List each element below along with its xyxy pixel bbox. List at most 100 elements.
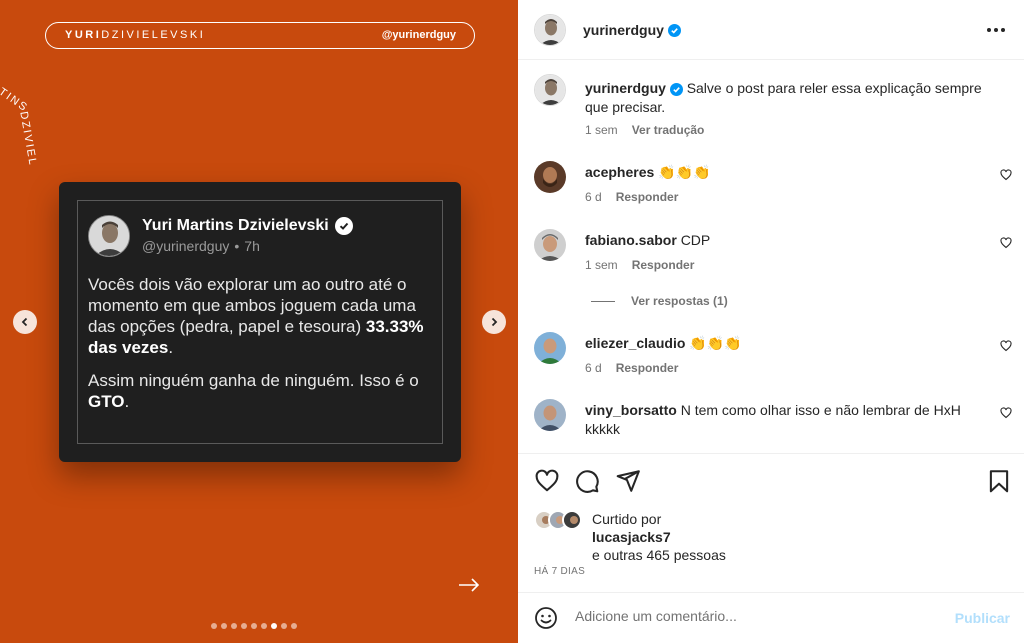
- share-icon[interactable]: [615, 468, 641, 494]
- comment-box-divider: [518, 592, 1024, 593]
- tweet-meta: @yurinerdguy • 7h: [142, 238, 260, 254]
- tweet-card: Yuri Martins Dzivielevski @yurinerdguy •…: [59, 182, 461, 462]
- comment-meta: 1 sem Responder: [585, 258, 694, 272]
- post-media[interactable]: YURIDZIVIELEVSKI @yurinerdguy TINS DZIVI…: [0, 0, 518, 643]
- more-icon-dot: [1001, 28, 1005, 32]
- view-replies-label[interactable]: Ver respostas (1): [631, 294, 728, 308]
- likes-others[interactable]: e outras 465 pessoas: [592, 546, 726, 564]
- emoji-icon[interactable]: [534, 606, 558, 630]
- carousel-dot: [261, 623, 267, 629]
- reply-button[interactable]: Responder: [632, 258, 695, 272]
- arrow-right-icon: [459, 578, 480, 592]
- curved-text-decoration: TINS DZIVIEL: [0, 86, 39, 168]
- tweet-p2-text: Assim ninguém ganha de ninguém. Isso é o: [88, 371, 419, 390]
- comment-avatar[interactable]: [534, 229, 566, 261]
- reply-button[interactable]: Responder: [616, 190, 679, 204]
- comment-username[interactable]: eliezer_claudio: [585, 335, 685, 351]
- comment-avatar-image: [534, 229, 566, 261]
- tweet-separator: •: [234, 238, 240, 254]
- carousel-dots: [211, 623, 297, 629]
- comment-input[interactable]: [575, 608, 935, 624]
- carousel-next-button[interactable]: [482, 310, 506, 334]
- tweet-frame: Yuri Martins Dzivielevski @yurinerdguy •…: [77, 200, 443, 444]
- caption-meta: 1 sem Ver tradução: [585, 123, 704, 137]
- likes-summary: Curtido por lucasjacks7 e outras 465 pes…: [592, 510, 726, 564]
- heart-icon[interactable]: [1000, 407, 1012, 419]
- bookmark-icon[interactable]: [986, 468, 1012, 494]
- banner-name-bold: YURI: [65, 29, 102, 41]
- verified-icon: [669, 83, 683, 96]
- likes-others-text[interactable]: e outras 465 pessoas: [592, 547, 726, 563]
- reply-button[interactable]: Responder: [616, 361, 679, 375]
- comment-icon[interactable]: [574, 468, 600, 494]
- more-icon-dot: [987, 28, 991, 32]
- view-replies-line: [591, 300, 615, 302]
- comment-meta: 6 d Responder: [585, 190, 678, 204]
- verified-icon: [667, 23, 681, 37]
- caption-username[interactable]: yurinerdguy: [585, 80, 666, 96]
- actions-divider: [518, 453, 1024, 454]
- tweet-p2-end: .: [124, 392, 130, 411]
- tweet-body: Vocês dois vão explorar um ao outro até …: [88, 274, 438, 412]
- comment-username[interactable]: acepheres: [585, 164, 654, 180]
- author-avatar-image: [535, 15, 565, 45]
- liker-avatar[interactable]: [562, 510, 582, 530]
- carousel-dot: [251, 623, 257, 629]
- comment-avatar-image: [534, 161, 566, 193]
- caption-text: yurinerdguy Salve o post para reler essa…: [585, 79, 995, 117]
- comment-emoji: 👏👏👏: [658, 165, 711, 181]
- curved-text-2: DZIVIEL: [17, 111, 38, 168]
- comment-avatar[interactable]: [534, 399, 566, 431]
- view-replies-button[interactable]: Ver respostas (1): [591, 294, 728, 308]
- carousel-prev-button[interactable]: [13, 310, 37, 334]
- likes-user[interactable]: lucasjacks7: [592, 528, 726, 546]
- tweet-paragraph-1: Vocês dois vão explorar um ao outro até …: [88, 274, 438, 358]
- caption-avatar[interactable]: [534, 74, 566, 106]
- media-banner: YURIDZIVIELEVSKI @yurinerdguy: [45, 22, 475, 49]
- carousel-dot: [281, 623, 287, 629]
- comment-username[interactable]: viny_borsatto: [585, 402, 677, 418]
- comment-meta: 6 d Responder: [585, 361, 678, 375]
- heart-icon[interactable]: [1000, 237, 1012, 249]
- tweet-avatar: [88, 215, 130, 257]
- comment-time[interactable]: 1 sem: [585, 258, 618, 272]
- author-username[interactable]: yurinerdguy: [583, 22, 681, 38]
- likes-prefix: Curtido por: [592, 511, 662, 527]
- heart-icon[interactable]: [1000, 169, 1012, 181]
- comment-avatar-image: [534, 399, 566, 431]
- post-sidebar: yurinerdguy yurinerdguy Salve o post par…: [518, 0, 1024, 643]
- comment-text: eliezer_claudio 👏👏👏: [585, 334, 980, 354]
- translate-button[interactable]: Ver tradução: [632, 123, 705, 137]
- more-options-button[interactable]: [984, 20, 1008, 40]
- tweet-paragraph-2: Assim ninguém ganha de ninguém. Isso é o…: [88, 370, 438, 412]
- comment-text: acepheres 👏👏👏: [585, 163, 980, 183]
- carousel-dot: [271, 623, 277, 629]
- comment-avatar[interactable]: [534, 161, 566, 193]
- tweet-p2-bold: GTO: [88, 392, 125, 411]
- carousel-dot: [211, 623, 217, 629]
- tweet-handle: @yurinerdguy: [142, 238, 230, 254]
- tweet-author: Yuri Martins Dzivielevski: [142, 217, 353, 235]
- carousel-dot: [221, 623, 227, 629]
- publish-button[interactable]: Publicar: [955, 610, 1010, 626]
- author-username-text[interactable]: yurinerdguy: [583, 22, 664, 38]
- comment-time[interactable]: 6 d: [585, 190, 602, 204]
- comment-time[interactable]: 6 d: [585, 361, 602, 375]
- carousel-dot: [241, 623, 247, 629]
- banner-handle: @yurinerdguy: [381, 29, 456, 41]
- post-date[interactable]: HÁ 7 DIAS: [534, 566, 585, 577]
- comment-avatar-image: [534, 332, 566, 364]
- tweet-verified-icon: [334, 217, 353, 235]
- author-avatar[interactable]: [534, 14, 566, 46]
- comment-body: CDP: [680, 232, 711, 248]
- heart-icon[interactable]: [1000, 340, 1012, 352]
- caption-time[interactable]: 1 sem: [585, 123, 618, 137]
- heart-icon[interactable]: [534, 468, 560, 494]
- caption-avatar-image: [535, 75, 565, 105]
- post-header: yurinerdguy: [518, 0, 1024, 60]
- tweet-time: 7h: [244, 238, 260, 254]
- comment-avatar[interactable]: [534, 332, 566, 364]
- comment-text: fabiano.sabor CDP: [585, 231, 980, 251]
- comment-username[interactable]: fabiano.sabor: [585, 232, 677, 248]
- comment-text: viny_borsatto N tem como olhar isso e nã…: [585, 401, 980, 439]
